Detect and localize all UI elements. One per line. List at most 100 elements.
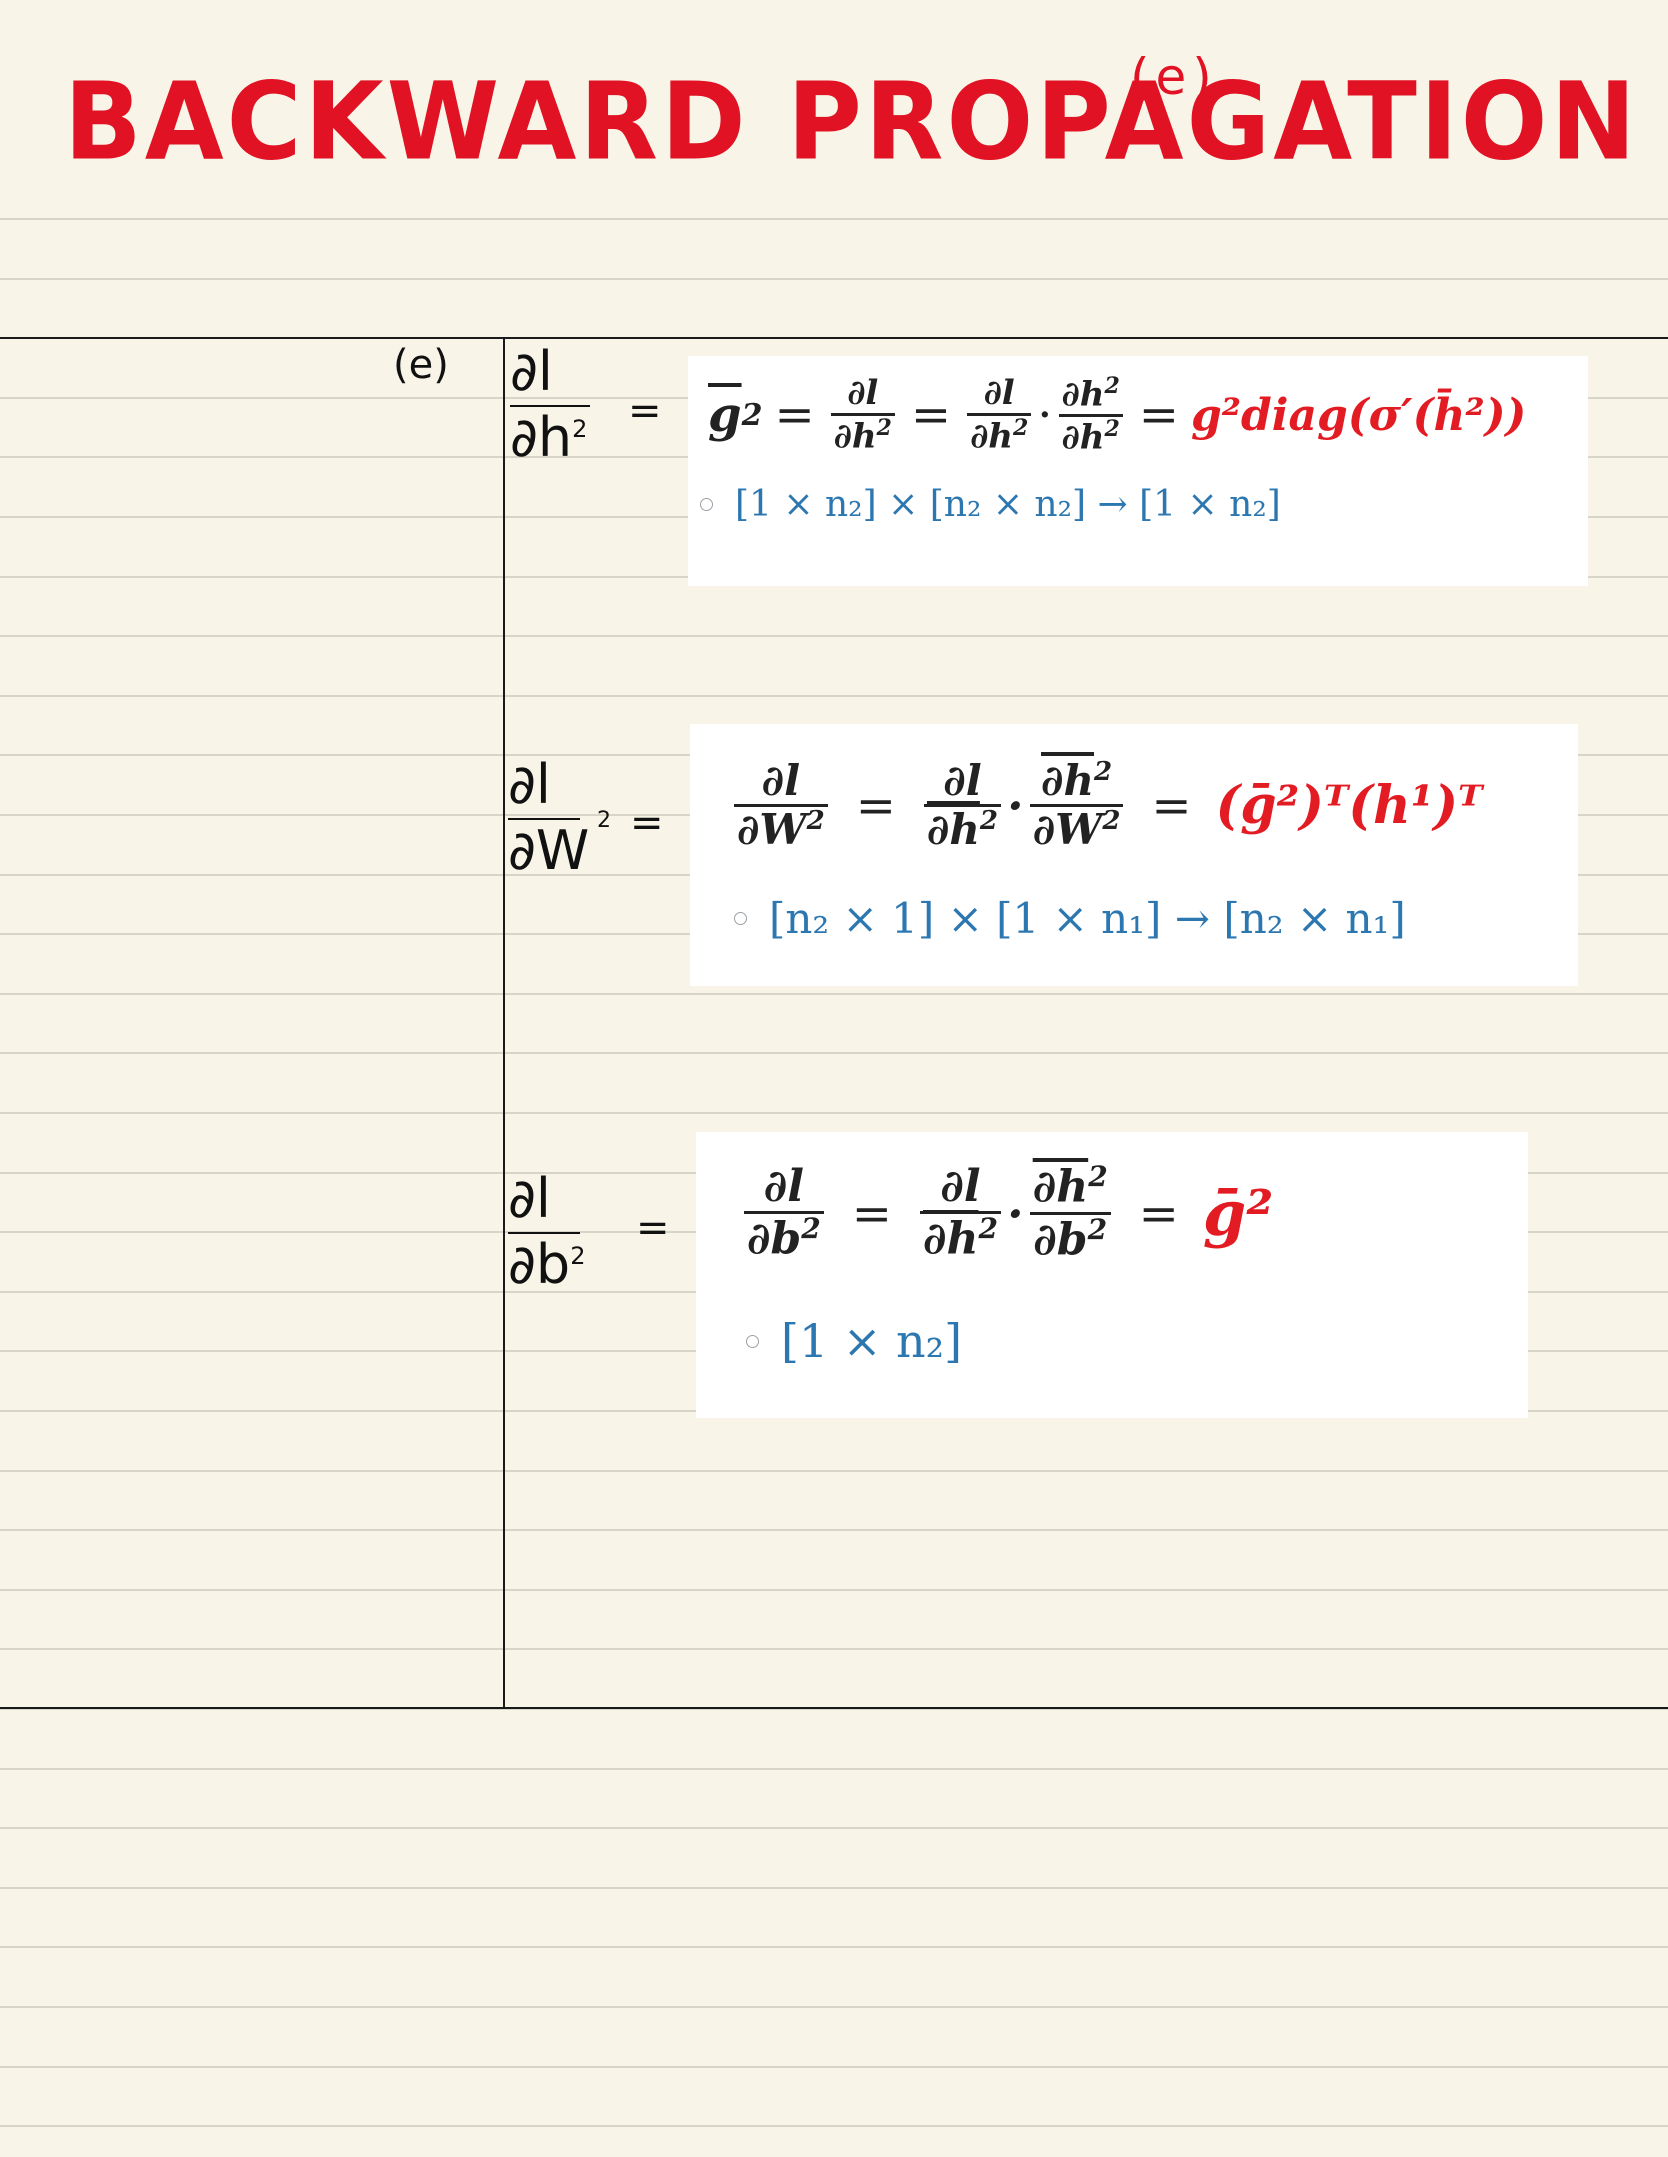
fraction-denominator-sup: 2: [806, 806, 825, 837]
dimension-line: [1 × n₂] × [n₂ × n₂] → [1 × n₂]: [700, 484, 1281, 525]
ruled-line: [0, 1470, 1668, 1472]
equals-1: =: [774, 387, 815, 444]
lhs-denominator-sup: 2: [597, 808, 611, 833]
ruled-line: [0, 1052, 1668, 1054]
bullet-icon: [746, 1334, 759, 1348]
dot: ·: [1007, 777, 1024, 834]
fraction-numerator-sup: 2: [1094, 757, 1113, 787]
lhs-numerator: ∂l: [508, 753, 551, 816]
fraction-numerator: ∂h: [1041, 756, 1095, 805]
lhs-equals: =: [630, 800, 664, 846]
lhs-numerator: ∂l: [510, 340, 553, 403]
lhs-denominator: ∂h: [510, 406, 573, 469]
ruled-line: [0, 695, 1668, 697]
ruled-line: [0, 635, 1668, 637]
fraction-denominator: ∂W: [1032, 805, 1103, 855]
fraction-3: ∂h2 ∂h2: [1058, 373, 1123, 458]
fraction-denominator: ∂h: [926, 805, 980, 855]
fraction-denominator: ∂h: [1061, 417, 1105, 458]
fraction-denominator: ∂b: [1033, 1214, 1088, 1266]
fraction-denominator: ∂h: [922, 1213, 979, 1265]
ruled-line: [0, 1589, 1668, 1591]
fraction-2: ∂l ∂h2: [967, 373, 1032, 456]
fraction-denominator: ∂h: [970, 415, 1013, 456]
fraction-2: ∂l ∂h2: [919, 1160, 1001, 1265]
dimension-text: [n₂ × 1] × [1 × n₁] → [n₂ × n₁]: [769, 894, 1406, 943]
notebook-page: BACKWARD PROPAGATION (e) (e) ∂l ∂h2 = ∂l…: [0, 0, 1668, 2157]
fraction-1: ∂l ∂b2: [744, 1160, 824, 1265]
fraction-1: ∂l ∂W2: [734, 756, 828, 855]
fraction-denominator-sup: 2: [801, 1212, 821, 1246]
formula-row: g2 = ∂l ∂h2 = ∂l ∂h2 · ∂h2 ∂h2 = g²diag(…: [708, 374, 1526, 456]
fraction-numerator: ∂l: [943, 756, 982, 805]
result-expression: ḡ²: [1202, 1177, 1274, 1251]
ruled-line: [0, 2006, 1668, 2008]
dimension-text: [1 × n₂] × [n₂ × n₂] → [1 × n₂]: [735, 484, 1281, 525]
fraction-numerator: ∂l: [761, 756, 801, 805]
lhs-denominator: ∂W: [508, 819, 590, 882]
ruled-line: [0, 2125, 1668, 2127]
ruled-line: [0, 1529, 1668, 1531]
dimension-text: [1 × n₂]: [781, 1314, 963, 1368]
lhs-equals: =: [636, 1205, 670, 1251]
equals-2: =: [1151, 777, 1192, 834]
formula-box-1: g2 = ∂l ∂h2 = ∂l ∂h2 · ∂h2 ∂h2 = g²diag(…: [688, 356, 1588, 586]
page-title: BACKWARD PROPAGATION: [64, 60, 1639, 185]
fraction-1: ∂l ∂h2: [830, 373, 895, 456]
ruled-line: [0, 1946, 1668, 1948]
result-expression: g²diag(σ′(h̄²)): [1190, 389, 1527, 441]
fraction-denominator-sup: 2: [1012, 414, 1029, 441]
fraction-numerator: ∂l: [847, 373, 879, 414]
formula-row: ∂l ∂W2 = ∂l ∂h2 · ∂h2 ∂W2 = (ḡ²)ᵀ(h¹)ᵀ: [730, 756, 1483, 855]
title-tag: (e): [1130, 48, 1218, 106]
fraction-3: ∂h2 ∂W2: [1029, 756, 1124, 855]
fraction-numerator-sup: 2: [1088, 1160, 1108, 1193]
fraction-denominator-sup: 2: [1104, 415, 1120, 442]
fraction-denominator-sup: 2: [1102, 806, 1121, 837]
ruled-line: [0, 1827, 1668, 1829]
lhs-dl-db2: ∂l ∂b2: [508, 1172, 585, 1292]
fraction-numerator: ∂l: [983, 373, 1015, 414]
table-column-divider: [503, 337, 505, 1709]
lhs-denominator-sup: 2: [572, 415, 588, 443]
dimension-line: [1 × n₂]: [746, 1314, 962, 1368]
g-bar-sup: 2: [741, 397, 763, 433]
fraction-denominator: ∂h: [833, 415, 877, 456]
table-top-border: [0, 337, 1668, 339]
ruled-line: [0, 2066, 1668, 2068]
ruled-line: [0, 1887, 1668, 1889]
lhs-numerator: ∂l: [508, 1167, 551, 1230]
formula-box-3: ∂l ∂b2 = ∂l ∂h2 · ∂h2 ∂b2 = ḡ² [1 × n₂]: [696, 1132, 1528, 1418]
fraction-2: ∂l ∂h2: [923, 756, 1001, 855]
fraction-denominator-sup: 2: [1087, 1213, 1108, 1247]
dot: ·: [1037, 387, 1053, 444]
fraction-denominator: ∂b: [747, 1213, 802, 1265]
ruled-line: [0, 1768, 1668, 1770]
formula-box-2: ∂l ∂W2 = ∂l ∂h2 · ∂h2 ∂W2 = (ḡ²)ᵀ(h¹)ᵀ […: [690, 724, 1578, 986]
ruled-line: [0, 1112, 1668, 1114]
equals-1: =: [851, 1185, 892, 1242]
lhs-dl-dw2: ∂l ∂W: [508, 758, 589, 878]
ruled-line: [0, 993, 1668, 995]
fraction-denominator: ∂W: [737, 805, 807, 855]
formula-row: ∂l ∂b2 = ∂l ∂h2 · ∂h2 ∂b2 = ḡ²: [740, 1160, 1274, 1266]
fraction-numerator: ∂h: [1032, 1161, 1089, 1213]
equals-1: =: [855, 777, 896, 834]
equals-2: =: [1138, 1185, 1179, 1242]
fraction-denominator-sup: 2: [876, 414, 892, 441]
g-bar: g: [708, 387, 742, 444]
dot: ·: [1006, 1185, 1024, 1242]
dimension-line: [n₂ × 1] × [1 × n₁] → [n₂ × n₁]: [734, 894, 1406, 943]
fraction-numerator: ∂h: [1061, 374, 1105, 415]
bullet-icon: [734, 912, 747, 925]
fraction-3: ∂h2 ∂b2: [1029, 1160, 1111, 1266]
fraction-numerator: ∂l: [763, 1160, 804, 1212]
fraction-numerator-sup: 2: [1104, 373, 1120, 399]
fraction-numerator: ∂l: [940, 1160, 981, 1212]
lhs-denominator: ∂b: [508, 1233, 571, 1296]
equals-2: =: [910, 387, 952, 444]
fraction-denominator-sup: 2: [978, 1212, 998, 1246]
table-bottom-border: [0, 1707, 1668, 1709]
section-label: (e): [393, 342, 449, 388]
equals-3: =: [1138, 387, 1179, 444]
